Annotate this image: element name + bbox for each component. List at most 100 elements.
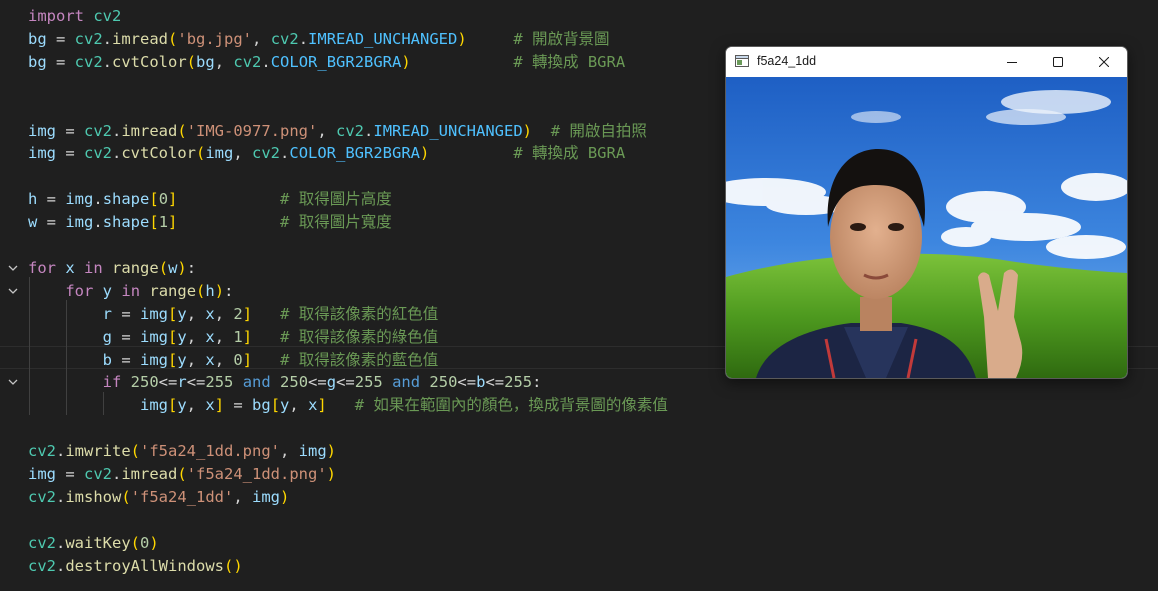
code-token: cv2 [74,52,103,71]
code-token: . [93,213,103,232]
minimize-button[interactable] [989,47,1035,77]
code-token: in [84,258,103,277]
code-token: 'bg.jpg' [177,29,253,48]
code-token: imread [121,121,178,140]
chevron-down-icon[interactable] [7,376,21,390]
code-token: . [56,533,66,552]
code-token: # 取得圖片寬度 [280,213,392,232]
code-token: = [37,213,66,232]
code-token: . [280,144,290,163]
code-line[interactable]: g = img[y, x, 1] # 取得該像素的綠色值 [28,326,439,349]
code-token: : [224,281,234,300]
code-token: ) [177,258,187,277]
code-line[interactable]: cv2.imwrite('f5a24_1dd.png', img) [28,440,336,463]
close-button[interactable] [1081,47,1127,77]
code-token: x [205,304,215,323]
code-line[interactable]: img = cv2.imread('f5a24_1dd.png') [28,463,336,486]
code-token: r [102,304,112,323]
code-line[interactable]: cv2.waitKey(0) [28,532,159,555]
code-token: [ [168,327,178,346]
code-token: 250 [130,373,159,392]
code-token: , [186,327,206,346]
code-line[interactable]: for y in range(h): [28,280,233,303]
code-token: waitKey [65,533,131,552]
code-token: ( [196,144,206,163]
minimize-icon [1007,62,1017,63]
code-line[interactable]: img = cv2.imread('IMG-0977.png', cv2.IMR… [28,120,647,143]
code-token: , [233,144,253,163]
code-token: cv2 [74,29,103,48]
code-token: y [177,327,187,346]
code-line[interactable]: cv2.destroyAllWindows() [28,555,243,578]
code-token: y [177,350,187,369]
image-window[interactable]: f5a24_1dd [725,46,1128,379]
code-token: . [261,52,271,71]
code-token: : [186,258,197,277]
code-token: img [139,396,168,415]
code-line[interactable]: cv2.imshow('f5a24_1dd', img) [28,486,289,509]
code-token: , [280,442,299,461]
code-token: ] [168,213,178,232]
code-line[interactable]: r = img[y, x, 2] # 取得該像素的紅色值 [28,303,439,326]
code-token: # 取得圖片高度 [280,190,392,209]
chevron-down-icon[interactable] [7,285,21,299]
code-token: img [28,121,56,140]
code-token: . [93,190,103,209]
chevron-down-icon[interactable] [7,262,21,276]
code-token: <= [457,373,477,392]
code-token: for [65,281,94,300]
code-line[interactable]: b = img[y, x, 0] # 取得該像素的藍色值 [28,349,439,372]
code-token: ] [242,327,253,346]
code-line[interactable]: w = img.shape[1] # 取得圖片寬度 [28,211,392,234]
code-token: . [102,29,113,48]
displayed-image [726,77,1127,378]
code-line[interactable]: import cv2 [28,5,121,28]
code-line[interactable]: for x in range(w): [28,257,196,280]
code-token: . [112,144,122,163]
code-token: ( [130,533,141,552]
code-line[interactable]: if 250<=r<=255 and 250<=g<=255 and 250<=… [28,371,542,394]
code-token: , [214,327,234,346]
code-line[interactable]: img[y, x] = bg[y, x] # 如果在範圍內的顏色，換成背景圖的像… [28,394,668,417]
code-token: img [28,144,56,163]
code-token: [ [149,190,159,209]
code-token: [ [168,350,178,369]
code-line[interactable]: img = cv2.cvtColor(img, cv2.COLOR_BGR2BG… [28,142,625,165]
code-token: . [364,121,374,140]
app-window-icon [735,55,749,67]
code-token: ) [401,52,411,71]
composited-photo [726,77,1127,378]
code-token: . [56,442,66,461]
code-token: ( [130,442,141,461]
code-token: # 如果在範圍內的顏色，換成背景圖的像素值 [354,396,668,415]
window-titlebar[interactable]: f5a24_1dd [726,47,1127,77]
code-token: ] [317,396,327,415]
code-token: COLOR_BGR2BGRA [289,144,421,163]
code-line[interactable]: bg = cv2.cvtColor(bg, cv2.COLOR_BGR2BGRA… [28,51,625,74]
code-token: ) [149,533,159,552]
code-line[interactable]: bg = cv2.imread('bg.jpg', cv2.IMREAD_UNC… [28,28,610,51]
code-token: img [252,487,281,506]
code-token: img [65,190,94,209]
code-token: destroyAllWindows [65,556,224,575]
code-token: = [46,52,75,71]
code-line[interactable]: h = img.shape[0] # 取得圖片高度 [28,188,392,211]
code-token: 250 [429,373,458,392]
code-token: y [102,281,113,300]
code-token: ( [223,556,234,575]
code-token: bg [28,29,47,48]
maximize-button[interactable] [1035,47,1081,77]
code-token: [ [149,213,159,232]
code-token: , [317,121,337,140]
code-token: 'f5a24_1dd.png' [140,442,280,461]
